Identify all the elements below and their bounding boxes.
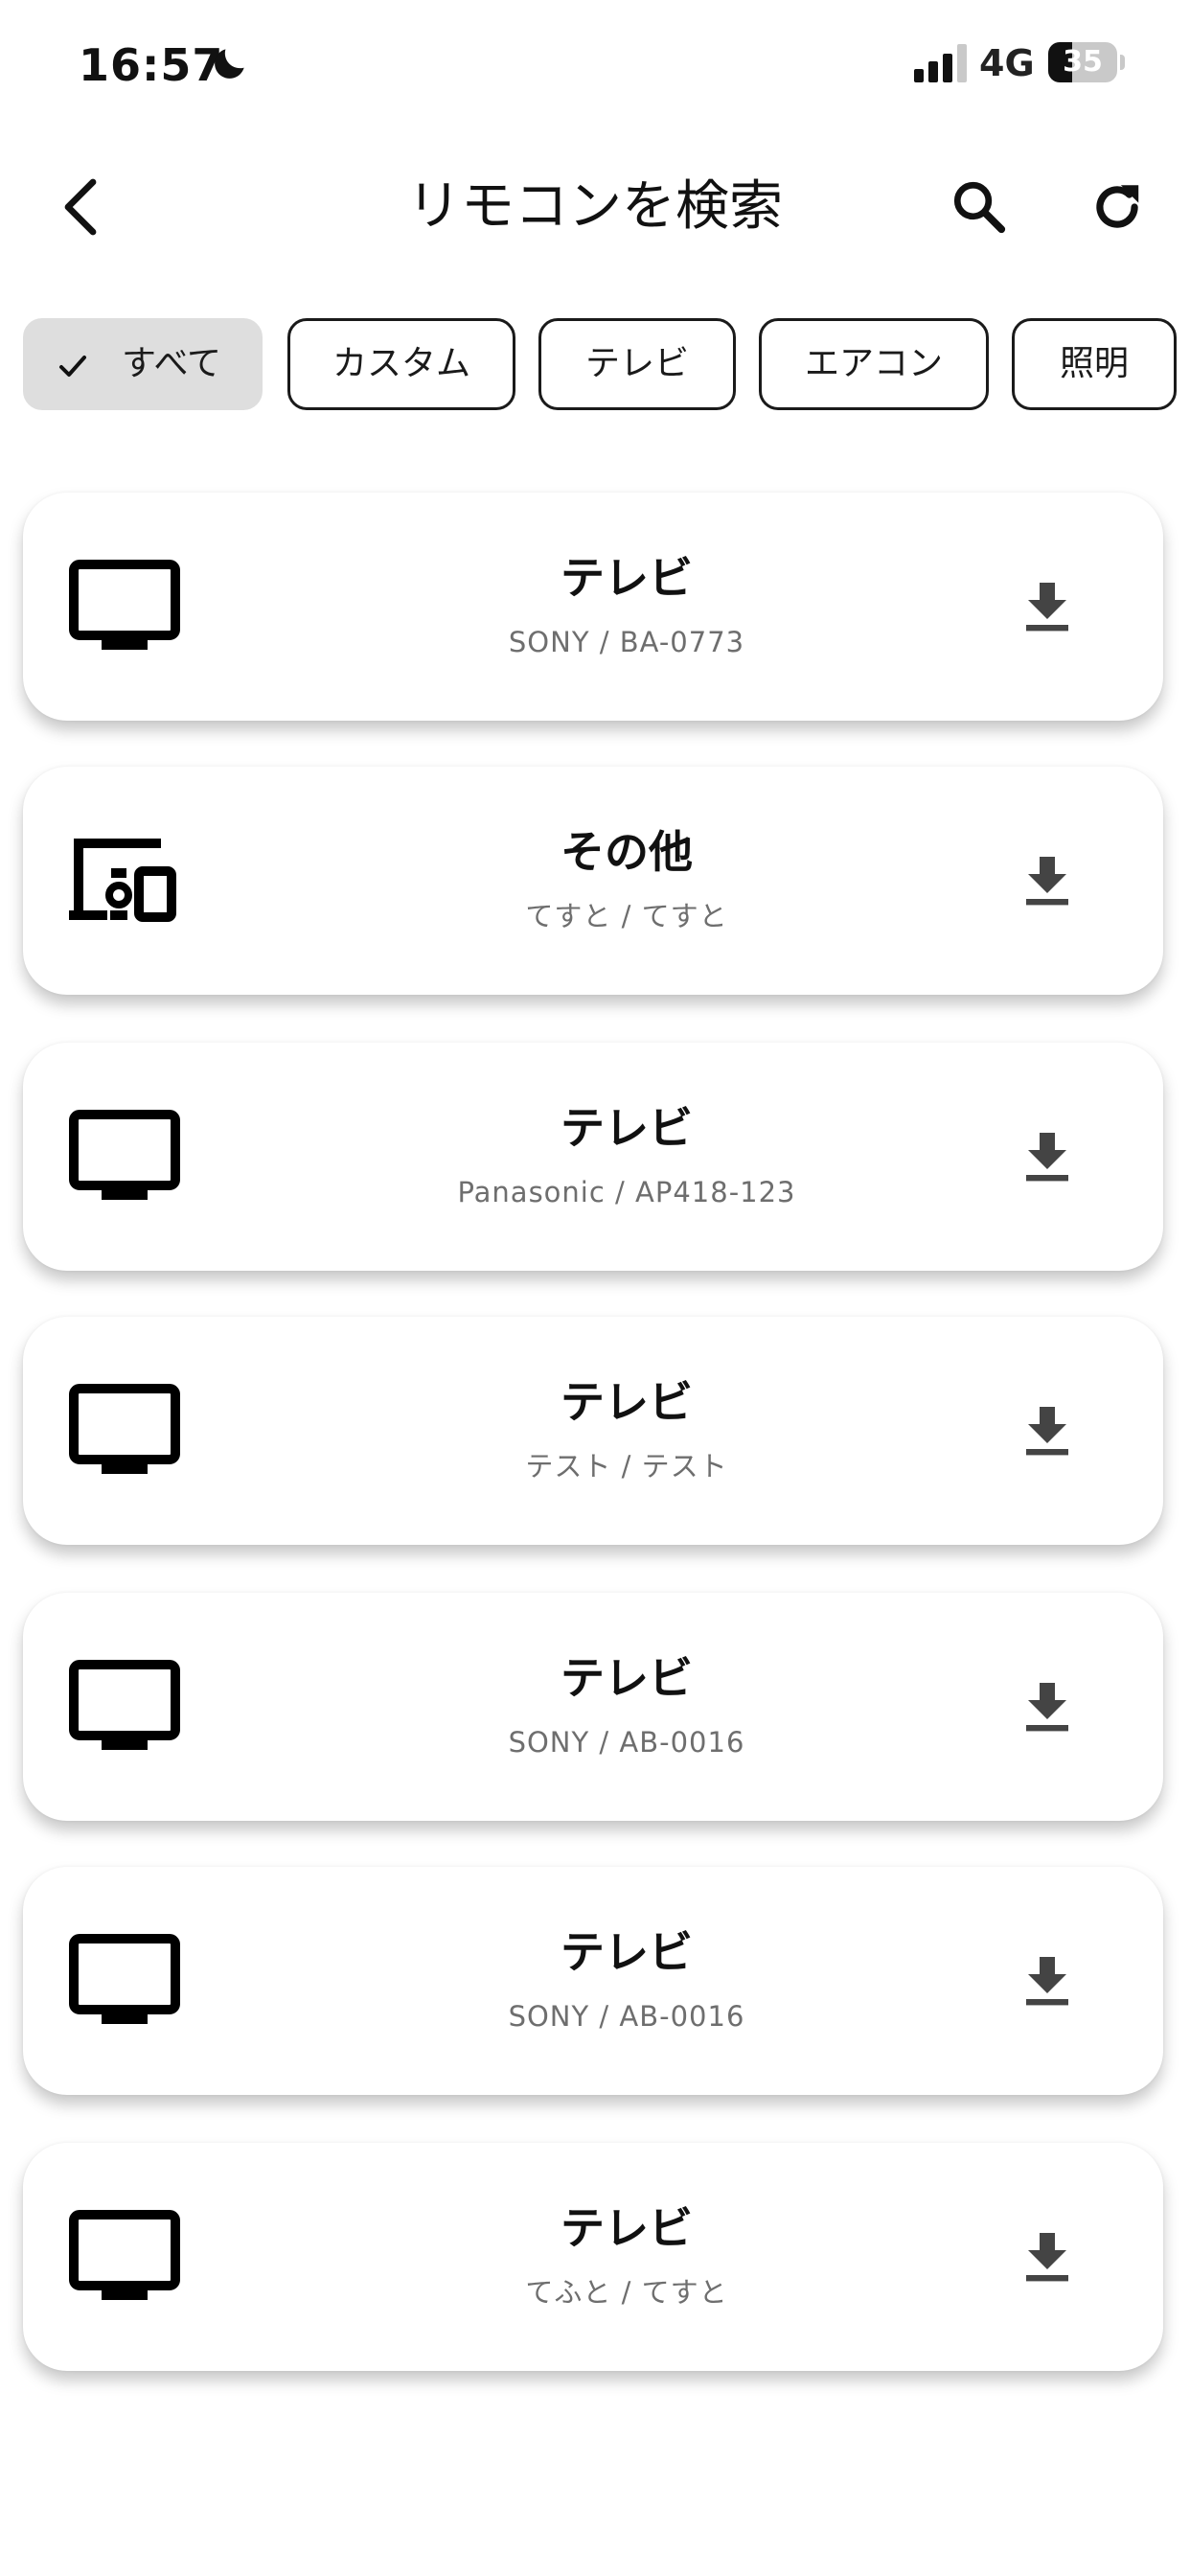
remote-subtitle: てすと / てすと <box>525 900 728 932</box>
tv-icon <box>69 1934 180 2024</box>
download-button[interactable] <box>1014 573 1081 640</box>
download-icon <box>1026 583 1068 632</box>
chip-label: カスタム <box>332 344 470 383</box>
chip-label: すべて <box>122 344 222 383</box>
download-button[interactable] <box>1014 1397 1081 1464</box>
network-label: 4G <box>979 42 1035 84</box>
chip-label: テレビ <box>584 344 689 383</box>
remote-card[interactable]: テレビ Panasonic / AP418-123 <box>23 1043 1163 1271</box>
remote-title: テレビ <box>561 1376 693 1428</box>
download-icon <box>1026 1407 1068 1456</box>
download-icon <box>1026 857 1068 906</box>
tv-icon <box>69 1110 180 1200</box>
app-bar: リモコンを検索 <box>0 130 1190 284</box>
remote-card[interactable]: テレビ SONY / BA-0773 <box>23 493 1163 721</box>
remote-title: テレビ <box>561 552 693 604</box>
tv-icon <box>69 2210 180 2300</box>
refresh-icon <box>1096 185 1139 228</box>
remote-card[interactable]: テレビ SONY / AB-0016 <box>23 1593 1163 1821</box>
download-button[interactable] <box>1014 1123 1081 1190</box>
remote-subtitle: テスト / テスト <box>525 1450 728 1483</box>
remote-card[interactable]: テレビ テスト / テスト <box>23 1317 1163 1545</box>
download-button[interactable] <box>1014 847 1081 914</box>
search-button[interactable] <box>931 159 1027 255</box>
chip-aircon[interactable]: エアコン <box>759 318 989 410</box>
chip-custom[interactable]: カスタム <box>287 318 515 410</box>
remote-subtitle: てふと / てすと <box>525 2276 728 2309</box>
search-icon <box>953 181 1006 234</box>
download-button[interactable] <box>1014 1673 1081 1740</box>
download-icon <box>1026 1683 1068 1732</box>
download-button[interactable] <box>1014 1947 1081 2014</box>
remote-title: テレビ <box>561 1102 693 1154</box>
remote-title: その他 <box>561 826 693 878</box>
chip-all[interactable]: すべて <box>23 318 263 410</box>
chip-light[interactable]: 照明 <box>1012 318 1177 410</box>
page-title: リモコンを検索 <box>407 175 783 238</box>
download-icon <box>1026 2233 1068 2282</box>
back-button[interactable] <box>33 159 128 255</box>
moon-icon <box>215 49 244 79</box>
chip-tv[interactable]: テレビ <box>538 318 736 410</box>
status-bar: 16:57 4G 35 <box>0 0 1190 130</box>
remote-subtitle: SONY / AB-0016 <box>508 1726 745 1759</box>
remote-card[interactable]: その他 てすと / てすと <box>23 767 1163 995</box>
tv-icon <box>69 1384 180 1474</box>
status-time: 16:57 <box>79 39 224 91</box>
remote-card[interactable]: テレビ SONY / AB-0016 <box>23 1867 1163 2095</box>
download-button[interactable] <box>1014 2223 1081 2290</box>
remote-subtitle: SONY / BA-0773 <box>508 626 745 658</box>
battery-icon: 35 <box>1048 42 1127 82</box>
tv-icon <box>69 1660 180 1750</box>
remote-card[interactable]: テレビ てふと / てすと <box>23 2143 1163 2371</box>
chip-label: 照明 <box>1059 344 1129 383</box>
tv-icon <box>69 560 180 650</box>
signal-icon <box>914 44 967 82</box>
devices-other-icon <box>69 839 176 922</box>
chip-label: エアコン <box>804 344 943 383</box>
download-icon <box>1026 1133 1068 1182</box>
check-icon <box>59 356 86 377</box>
battery-level: 35 <box>1063 45 1103 79</box>
remote-title: テレビ <box>561 2202 693 2254</box>
remote-subtitle: SONY / AB-0016 <box>508 2000 745 2033</box>
refresh-button[interactable] <box>1069 159 1165 255</box>
remote-subtitle: Panasonic / AP418-123 <box>457 1176 796 1208</box>
filter-chip-row: すべて カスタム テレビ エアコン 照明 <box>23 318 1190 414</box>
back-arrow-icon <box>64 178 97 236</box>
remote-title: テレビ <box>561 1652 693 1704</box>
remote-title: テレビ <box>561 1926 693 1978</box>
download-icon <box>1026 1957 1068 2006</box>
